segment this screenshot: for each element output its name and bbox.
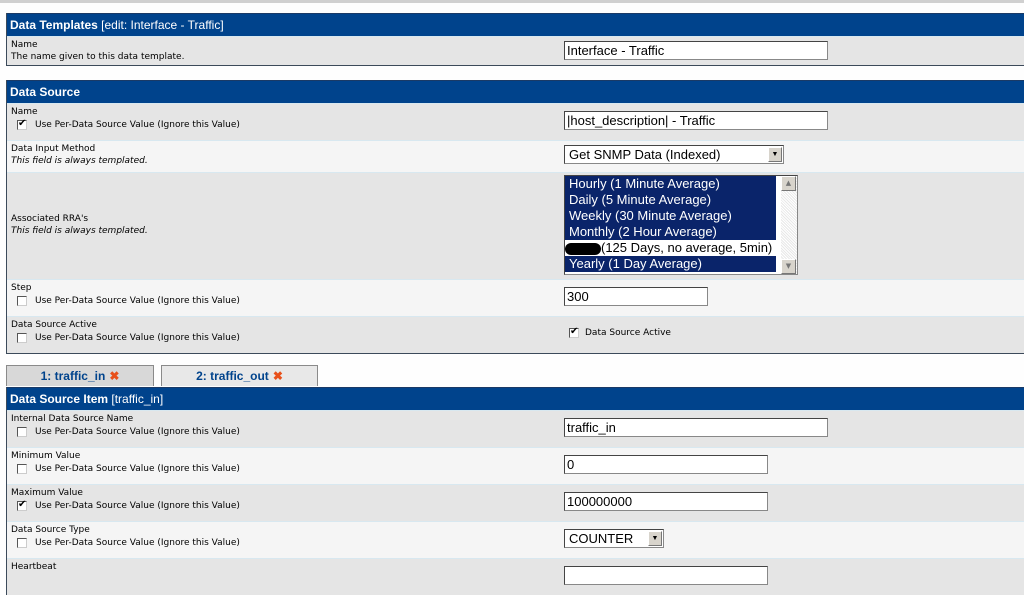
field-label: Data Source Active <box>11 320 97 330</box>
rra-option[interactable]: Hourly (1 Minute Average) <box>565 176 776 192</box>
section-subtitle: [traffic_in] <box>111 392 164 406</box>
rra-option[interactable]: Weekly (30 Minute Average) <box>565 208 776 224</box>
rras-listbox[interactable]: Hourly (1 Minute Average) Daily (5 Minut… <box>564 175 798 275</box>
browser-top-edge <box>0 0 1024 3</box>
rra-option[interactable]: (125 Days, no average, 5min) <box>565 240 776 256</box>
per-ds-checkbox[interactable] <box>17 333 27 343</box>
ds-name-input[interactable]: |host_description| - Traffic <box>564 111 828 130</box>
heartbeat-input[interactable] <box>564 566 768 585</box>
template-name-input[interactable]: Interface - Traffic <box>564 41 828 60</box>
data-source-panel: Data Source Name Use Per-Data Source Val… <box>6 80 1024 354</box>
ds-type-row: Data Source Type Use Per-Data Source Val… <box>7 521 1024 558</box>
per-ds-checkbox[interactable] <box>17 296 27 306</box>
per-ds-checkbox[interactable] <box>17 499 27 511</box>
section-title: Data Source <box>10 85 81 99</box>
section-title: Data Templates <box>10 18 98 32</box>
scroll-down-icon[interactable]: ▼ <box>781 259 796 274</box>
field-label: Name <box>11 107 38 117</box>
per-ds-label: Use Per-Data Source Value (Ignore this V… <box>35 501 240 511</box>
step-row: Step Use Per-Data Source Value (Ignore t… <box>7 279 1024 316</box>
listbox-scrollbar[interactable]: ▲ ▼ <box>781 176 797 274</box>
per-ds-checkbox[interactable] <box>17 118 27 130</box>
data-templates-panel: Data Templates [edit: Interface - Traffi… <box>6 13 1024 66</box>
tab-traffic-out[interactable]: 2: traffic_out ✖ <box>161 365 318 386</box>
per-ds-label: Use Per-Data Source Value (Ignore this V… <box>35 296 240 306</box>
step-input[interactable]: 300 <box>564 287 708 306</box>
data-source-header: Data Source <box>7 80 1024 103</box>
field-label: Minimum Value <box>11 451 81 461</box>
selected-value: Get SNMP Data (Indexed) <box>569 147 721 162</box>
data-input-method-row: Data Input Method This field is always t… <box>7 140 1024 172</box>
field-label: Internal Data Source Name <box>11 414 134 424</box>
rra-option[interactable]: Daily (5 Minute Average) <box>565 192 776 208</box>
min-value-row: Minimum Value Use Per-Data Source Value … <box>7 447 1024 484</box>
associated-rras-row: Associated RRA's This field is always te… <box>7 172 1024 279</box>
per-ds-label: Use Per-Data Source Value (Ignore this V… <box>35 333 240 343</box>
per-ds-label: Use Per-Data Source Value (Ignore this V… <box>35 464 240 474</box>
max-value-row: Maximum Value Use Per-Data Source Value … <box>7 484 1024 521</box>
data-templates-header: Data Templates [edit: Interface - Traffi… <box>7 13 1024 36</box>
field-label: Heartbeat <box>11 562 57 572</box>
redacted-text <box>565 242 601 255</box>
rra-option[interactable]: Yearly (1 Day Average) <box>565 256 776 272</box>
ds-active-checkbox[interactable] <box>569 326 579 338</box>
field-description: This field is always templated. <box>11 226 148 236</box>
ds-active-control: Data Source Active <box>564 326 671 338</box>
delete-icon[interactable]: ✖ <box>273 369 283 383</box>
per-ds-checkbox[interactable] <box>17 538 27 548</box>
per-ds-checkbox[interactable] <box>17 464 27 474</box>
field-label: Name <box>11 40 38 50</box>
field-label: Data Input Method <box>11 144 96 154</box>
max-value-input[interactable]: 100000000 <box>564 492 768 511</box>
ds-item-panel: Data Source Item [traffic_in] Internal D… <box>6 387 1024 595</box>
selected-value: COUNTER <box>569 531 634 546</box>
section-subtitle: [edit: Interface - Traffic] <box>101 18 224 32</box>
min-value-input[interactable]: 0 <box>564 455 768 474</box>
ds-type-select[interactable]: COUNTER ▼ <box>564 529 664 548</box>
template-name-row: Name The name given to this data templat… <box>7 36 1024 65</box>
dropdown-arrow-icon[interactable]: ▼ <box>768 147 782 162</box>
field-description: The name given to this data template. <box>11 52 185 62</box>
field-label: Data Source Type <box>11 525 90 535</box>
field-description: This field is always templated. <box>11 156 148 166</box>
per-ds-checkbox[interactable] <box>17 427 27 437</box>
per-ds-label: Use Per-Data Source Value (Ignore this V… <box>35 427 240 437</box>
field-label: Step <box>11 283 32 293</box>
ds-item-header: Data Source Item [traffic_in] <box>7 387 1024 410</box>
field-label: Associated RRA's <box>11 214 89 224</box>
ds-active-label: Data Source Active <box>585 328 671 338</box>
ds-active-row: Data Source Active Use Per-Data Source V… <box>7 316 1024 353</box>
internal-ds-name-row: Internal Data Source Name Use Per-Data S… <box>7 410 1024 447</box>
dropdown-arrow-icon[interactable]: ▼ <box>648 531 662 546</box>
scroll-up-icon[interactable]: ▲ <box>781 176 796 191</box>
field-label: Maximum Value <box>11 488 83 498</box>
rra-option[interactable]: Monthly (2 Hour Average) <box>565 224 776 240</box>
ds-name-row: Name Use Per-Data Source Value (Ignore t… <box>7 103 1024 140</box>
section-title: Data Source Item <box>10 392 109 406</box>
data-input-method-select[interactable]: Get SNMP Data (Indexed) ▼ <box>564 145 784 164</box>
tab-traffic-in[interactable]: 1: traffic_in ✖ <box>6 365 154 386</box>
per-ds-label: Use Per-Data Source Value (Ignore this V… <box>35 538 240 548</box>
internal-ds-name-input[interactable]: traffic_in <box>564 418 828 437</box>
per-ds-label: Use Per-Data Source Value (Ignore this V… <box>35 120 240 130</box>
heartbeat-row: Heartbeat <box>7 558 1024 595</box>
delete-icon[interactable]: ✖ <box>109 369 119 383</box>
